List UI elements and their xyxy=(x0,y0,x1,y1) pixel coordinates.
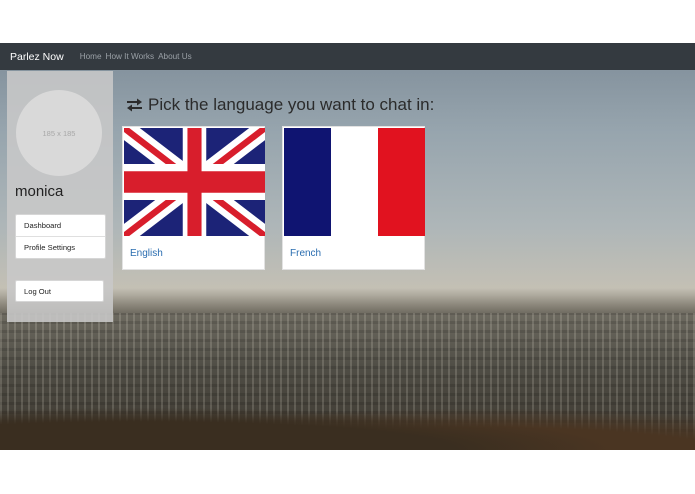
france-flag-icon xyxy=(284,128,425,236)
top-navbar: Parlez Now Home How It Works About Us xyxy=(0,43,695,70)
nav-link-how-it-works[interactable]: How It Works xyxy=(106,52,155,61)
sidebar-item-dashboard[interactable]: Dashboard xyxy=(16,215,105,237)
language-label-english[interactable]: English xyxy=(130,248,163,259)
language-card-english[interactable]: English xyxy=(122,126,265,270)
avatar-placeholder-text: 185 x 185 xyxy=(42,128,76,138)
username: monica xyxy=(15,183,64,200)
page-title-text: Pick the language you want to chat in: xyxy=(148,95,435,114)
nav-link-home[interactable]: Home xyxy=(80,52,102,61)
sidebar-item-profile-settings[interactable]: Profile Settings xyxy=(16,237,105,258)
brand-logo[interactable]: Parlez Now xyxy=(10,51,64,63)
sidebar-menu: Dashboard Profile Settings xyxy=(15,214,106,259)
profile-sidebar: 185 x 185 monica Dashboard Profile Setti… xyxy=(7,71,113,322)
foreground-trees xyxy=(0,400,695,450)
page-title: Pick the language you want to chat in: xyxy=(126,95,434,115)
language-card-french[interactable]: French xyxy=(282,126,425,270)
exchange-arrows-icon xyxy=(127,98,142,112)
nav-link-about-us[interactable]: About Us xyxy=(158,52,192,61)
language-label-french[interactable]: French xyxy=(290,248,321,259)
logout-button[interactable]: Log Out xyxy=(15,280,104,302)
uk-flag-icon xyxy=(124,128,265,236)
avatar: 185 x 185 xyxy=(16,90,102,176)
